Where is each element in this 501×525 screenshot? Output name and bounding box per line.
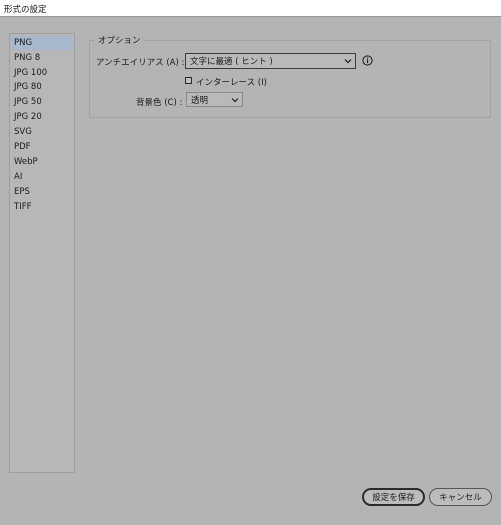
format-item-label: AI xyxy=(14,172,23,182)
format-item-label: JPG 100 xyxy=(14,68,48,78)
format-item-jpg100[interactable]: JPG 100 xyxy=(11,66,73,80)
info-icon[interactable] xyxy=(362,55,373,66)
format-item-svg[interactable]: SVG xyxy=(11,125,73,139)
format-item-png8[interactable]: PNG 8 xyxy=(11,51,73,65)
format-item-label: EPS xyxy=(14,187,30,197)
chevron-down-icon xyxy=(231,97,239,102)
format-item-label: WebP xyxy=(14,157,38,167)
options-group-label: オプション xyxy=(95,34,144,46)
title-bar: 形式の設定 xyxy=(0,0,501,17)
format-item-label: SVG xyxy=(14,127,32,137)
save-settings-button[interactable]: 設定を保存 xyxy=(362,488,425,506)
cancel-button[interactable]: キャンセル xyxy=(429,488,492,506)
save-settings-label: 設定を保存 xyxy=(372,493,415,503)
format-item-ai[interactable]: AI xyxy=(11,170,73,184)
format-item-label: PDF xyxy=(14,142,31,152)
format-item-label: TIFF xyxy=(14,202,32,212)
format-item-jpg80[interactable]: JPG 80 xyxy=(11,80,73,94)
interlace-checkbox[interactable] xyxy=(185,77,192,84)
background-select[interactable]: 透明 xyxy=(186,92,243,107)
antialias-select[interactable]: 文字に最適 ( ヒント ) xyxy=(185,53,356,69)
interlace-label[interactable]: インターレース (I) xyxy=(196,76,267,88)
format-item-label: JPG 50 xyxy=(14,97,42,107)
format-item-webp[interactable]: WebP xyxy=(11,155,73,169)
format-item-label: PNG 8 xyxy=(14,53,41,63)
format-list: PNG PNG 8 JPG 100 JPG 80 JPG 50 JPG 20 S… xyxy=(9,33,75,473)
window-title: 形式の設定 xyxy=(4,5,47,15)
format-item-label: JPG 80 xyxy=(14,82,42,92)
chevron-down-icon xyxy=(344,59,352,64)
format-item-jpg20[interactable]: JPG 20 xyxy=(11,110,73,124)
format-item-jpg50[interactable]: JPG 50 xyxy=(11,95,73,109)
format-item-eps[interactable]: EPS xyxy=(11,185,73,199)
antialias-value: 文字に最適 ( ヒント ) xyxy=(190,57,273,67)
format-item-pdf[interactable]: PDF xyxy=(11,140,73,154)
format-item-png[interactable]: PNG xyxy=(11,36,73,50)
format-item-label: PNG xyxy=(14,38,33,48)
antialias-label: アンチエイリアス (A) : xyxy=(96,58,185,68)
format-item-tiff[interactable]: TIFF xyxy=(11,200,73,214)
format-item-label: JPG 20 xyxy=(14,112,42,122)
cancel-label: キャンセル xyxy=(439,493,482,503)
background-value: 透明 xyxy=(191,95,209,106)
background-label: 背景色 (C) : xyxy=(136,98,183,108)
